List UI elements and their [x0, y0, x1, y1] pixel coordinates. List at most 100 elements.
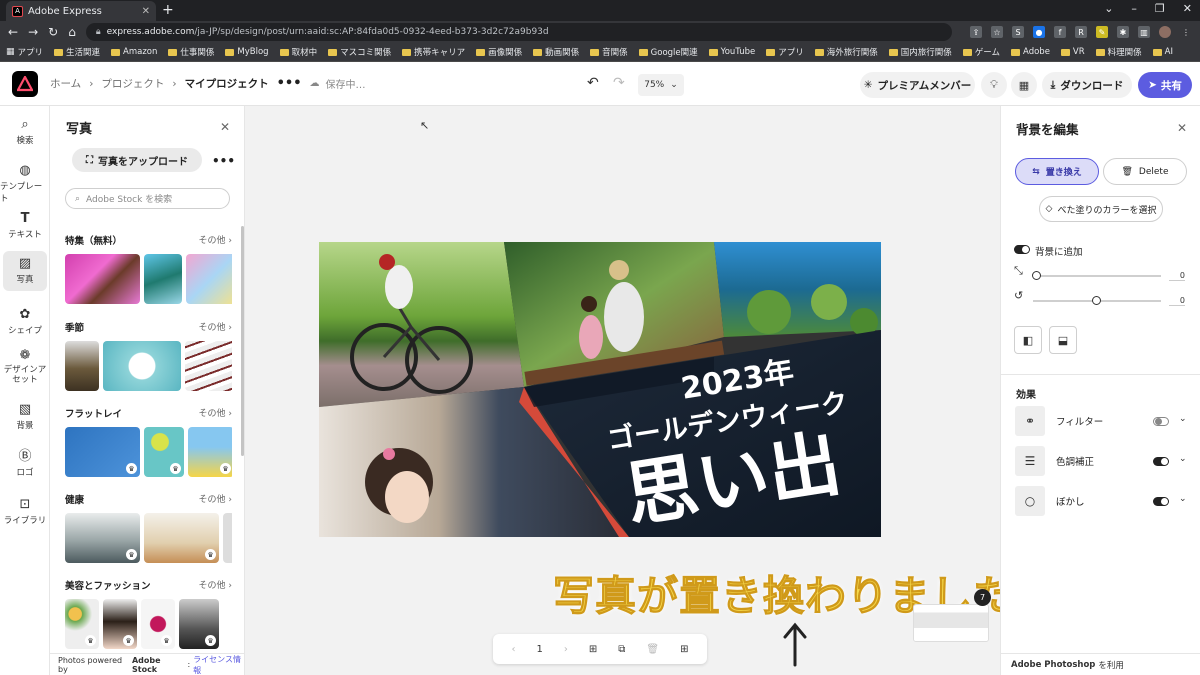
bookmark-item[interactable]: AI [1152, 47, 1173, 57]
design-artboard[interactable]: 2023年 ゴールデンウィーク 思い出 [319, 242, 881, 537]
extension-yellow-icon[interactable]: ✎ [1096, 26, 1108, 38]
forward-icon[interactable]: → [28, 25, 38, 39]
photo-thumbnail[interactable] [186, 254, 232, 304]
restore-icon[interactable]: ❐ [1155, 2, 1165, 15]
prev-page-icon[interactable]: ‹ [512, 644, 516, 655]
puzzle-icon[interactable]: ✱ [1117, 26, 1129, 38]
menu-icon[interactable]: ⋮ [1180, 26, 1192, 38]
bookmark-item[interactable]: ゲーム [962, 46, 1000, 58]
rail-item-shapes[interactable]: ✿ シェイプ [0, 308, 50, 336]
see-more-link[interactable]: その他 › [199, 233, 232, 247]
rail-item-templates[interactable]: ◍ テンプレート [0, 164, 50, 204]
close-icon[interactable]: ✕ [1177, 121, 1187, 135]
effect-row-blur[interactable]: ○ ぼかし ⌄ [1015, 486, 1191, 516]
photo-thumbnail[interactable]: ♛ [65, 427, 140, 477]
slider-knob[interactable] [1032, 271, 1041, 280]
bookmark-item[interactable]: 動画関係 [533, 46, 579, 58]
chevron-down-icon[interactable]: ⌄ [1179, 494, 1187, 504]
see-more-link[interactable]: その他 › [199, 578, 232, 592]
breadcrumb-projects[interactable]: プロジェクト [101, 76, 164, 91]
see-more-link[interactable]: その他 › [199, 492, 232, 506]
reload-icon[interactable]: ↻ [48, 25, 58, 39]
see-more-link[interactable]: その他 › [199, 406, 232, 420]
redo-icon[interactable]: ↷ [613, 75, 625, 91]
profile-avatar-icon[interactable] [1159, 26, 1171, 38]
bookmark-item[interactable]: 音関係 [590, 46, 628, 58]
flip-vertical-button[interactable]: ⬓ [1049, 326, 1077, 354]
close-window-icon[interactable]: ✕ [1183, 2, 1192, 15]
next-page-icon[interactable]: › [564, 644, 568, 655]
scale-value[interactable]: 0 [1169, 271, 1185, 281]
add-page-icon[interactable]: ⊞ [589, 644, 597, 655]
add-to-background-toggle[interactable] [1014, 245, 1030, 254]
download-button[interactable]: ⤓ ダウンロード [1042, 72, 1132, 98]
rail-item-design-assets[interactable]: ❁ デザインアセット [0, 349, 50, 385]
bookmark-item[interactable]: Amazon [111, 47, 157, 57]
url-field[interactable]: 🔒︎ express.adobe.com/ja-JP/sp/design/pos… [85, 23, 952, 41]
undo-icon[interactable]: ↶ [587, 75, 599, 91]
scale-slider[interactable] [1032, 271, 1161, 280]
bookmark-item[interactable]: 画像関係 [476, 46, 522, 58]
delete-button[interactable]: 🗑︎ Delete [1103, 158, 1187, 185]
chevron-down-icon[interactable]: ⌄ [1104, 2, 1113, 15]
extension-f-icon[interactable]: f [1054, 26, 1066, 38]
blur-toggle[interactable] [1153, 497, 1169, 506]
bookmark-item[interactable]: 生活関連 [54, 46, 100, 58]
new-tab-icon[interactable]: + [162, 2, 174, 18]
back-icon[interactable]: ← [8, 25, 18, 39]
rail-item-library[interactable]: ⊡ ライブラリ [0, 498, 50, 526]
photo-thumbnail[interactable]: ♛ [65, 513, 140, 563]
extension-blue-icon[interactable]: ● [1033, 26, 1045, 38]
fill-color-button[interactable]: ◇ べた塗りのカラーを選択 [1039, 196, 1163, 222]
see-more-link[interactable]: その他 › [199, 320, 232, 334]
calendar-button[interactable]: ▦ [1011, 72, 1037, 98]
browser-tab[interactable]: A Adobe Express ✕ [6, 1, 156, 21]
home-icon[interactable]: ⌂ [68, 25, 76, 39]
photo-thumbnail[interactable]: ♛ [65, 599, 99, 649]
bookmark-item[interactable]: ▦ アプリ [6, 46, 43, 58]
extension-r-icon[interactable]: R [1075, 26, 1087, 38]
star-icon[interactable]: ☆ [991, 26, 1003, 38]
photo-thumbnail[interactable] [65, 254, 140, 304]
stock-search-input[interactable]: ⌕ Adobe Stock を検索 [65, 188, 230, 209]
photo-thumbnail[interactable]: ♛ [141, 599, 175, 649]
bookmark-item[interactable]: 仕事関係 [168, 46, 214, 58]
photo-thumbnail[interactable]: ♛ [188, 427, 232, 477]
bookmark-item[interactable]: 料理関係 [1095, 46, 1142, 58]
breadcrumb-home[interactable]: ホーム [50, 76, 81, 91]
lightbulb-button[interactable]: 💡︎ [981, 72, 1007, 98]
effect-row-filter[interactable]: ⚭ フィルター ⌄ [1015, 406, 1191, 436]
sidebar-icon[interactable]: ▥ [1138, 26, 1150, 38]
license-info-link[interactable]: ライセンス情報 [193, 654, 245, 675]
more-options-icon[interactable]: ••• [212, 154, 235, 168]
photo-thumbnail[interactable] [103, 341, 181, 391]
page-thumbnail[interactable] [913, 604, 989, 642]
adjustment-toggle[interactable] [1153, 457, 1169, 466]
bookmark-item[interactable]: Google関連 [638, 46, 698, 58]
bookmark-item[interactable]: 取材中 [279, 46, 317, 58]
rotate-slider[interactable] [1033, 296, 1161, 305]
premium-member-button[interactable]: ✳ プレミアムメンバー [860, 72, 975, 98]
photo-thumbnail[interactable]: ♛ [179, 599, 219, 649]
close-tab-icon[interactable]: ✕ [142, 6, 150, 17]
bookmark-item[interactable]: 国内旅行関係 [888, 46, 952, 58]
adobe-express-logo-icon[interactable] [12, 70, 38, 97]
bookmark-item[interactable]: YouTube [708, 47, 755, 57]
panel-scrollbar[interactable] [241, 226, 244, 456]
filter-toggle[interactable] [1153, 417, 1169, 426]
bookmark-item[interactable]: アプリ [766, 46, 804, 58]
bookmark-item[interactable]: マスコミ関係 [328, 46, 391, 58]
breadcrumb-current[interactable]: マイプロジェクト [185, 76, 269, 91]
photo-thumbnail[interactable]: ♛ [103, 599, 137, 649]
flip-horizontal-button[interactable]: ◧ [1014, 326, 1042, 354]
share-page-icon[interactable]: ⇪ [970, 26, 982, 38]
photo-thumbnail[interactable] [65, 341, 99, 391]
replace-button[interactable]: ⇆ 置き換え [1015, 158, 1099, 185]
more-options-button[interactable]: ••• [277, 76, 302, 91]
delete-page-icon[interactable]: 🗑︎ [646, 644, 659, 655]
rail-item-search[interactable]: ⌕ 検索 [0, 118, 50, 146]
share-button[interactable]: ➤ 共有 [1138, 72, 1192, 98]
effect-row-adjustment[interactable]: ☰ 色調補正 ⌄ [1015, 446, 1191, 476]
rail-item-logo[interactable]: Ⓑ ロゴ [0, 450, 50, 478]
rail-item-text[interactable]: T テキスト [0, 212, 50, 240]
